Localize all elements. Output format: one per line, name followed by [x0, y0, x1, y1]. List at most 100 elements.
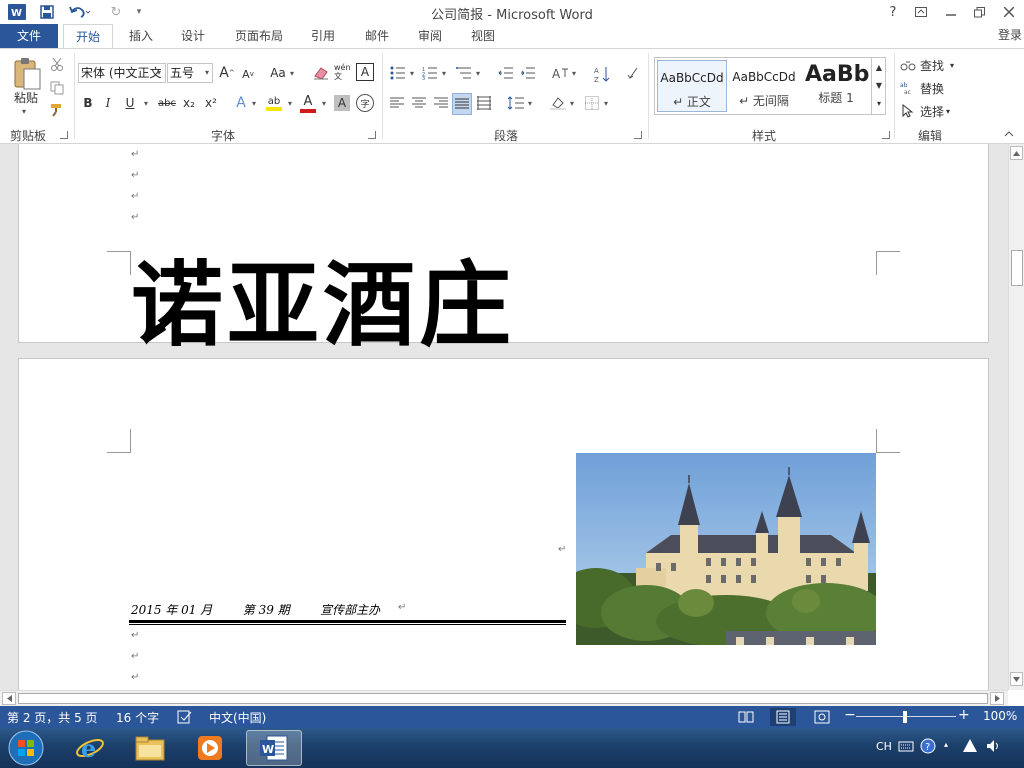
issue-info-line[interactable]: 2015 年 01 月 第 39 期 宣传部主办 [131, 601, 380, 618]
tab-file[interactable]: 文件 [0, 24, 58, 48]
horizontal-scrollbar[interactable] [0, 690, 1008, 706]
copy-icon[interactable] [48, 79, 66, 97]
tab-design[interactable]: 设计 [172, 24, 214, 48]
clipboard-launcher-icon[interactable] [60, 131, 68, 139]
style-heading-1[interactable]: AaBb 标题 1 [801, 60, 871, 112]
page-count[interactable]: 第 2 页，共 5 页 [7, 709, 98, 726]
font-family-dropdown-icon[interactable]: ▾ [157, 68, 161, 77]
zoom-out-icon[interactable]: − [844, 707, 856, 723]
word-taskbar-icon[interactable]: W [246, 730, 302, 766]
read-mode-icon[interactable] [738, 710, 754, 727]
tab-home[interactable]: 开始 [63, 24, 113, 49]
paste-dropdown-icon[interactable]: ▾ [22, 107, 26, 116]
zoom-level[interactable]: 100% [983, 709, 1017, 723]
shading-icon[interactable] [548, 93, 568, 113]
phonetic-guide-button[interactable]: wén 文 [334, 61, 354, 83]
styles-more-icon[interactable]: ▾ [872, 94, 886, 112]
strikethrough-button[interactable]: abc [156, 93, 178, 113]
tab-insert[interactable]: 插入 [120, 24, 162, 48]
style-normal[interactable]: AaBbCcDd ↵ 正文 [657, 60, 727, 112]
decrease-indent-icon[interactable] [496, 63, 516, 83]
page-2[interactable] [18, 358, 989, 690]
zoom-slider-thumb[interactable] [903, 711, 907, 723]
restore-icon[interactable] [966, 2, 992, 22]
paste-button[interactable] [6, 55, 46, 93]
ime-indicator[interactable]: CH [876, 740, 892, 753]
help-tray-icon[interactable]: ? [920, 738, 936, 757]
shrink-font-button[interactable]: Av [240, 65, 256, 83]
numbering-icon[interactable]: 123 [420, 63, 440, 83]
styles-up-icon[interactable]: ▲ [872, 58, 886, 76]
shading-dropdown-icon[interactable]: ▾ [570, 99, 574, 108]
action-center-icon[interactable] [962, 738, 978, 757]
file-explorer-icon[interactable] [122, 730, 178, 766]
font-launcher-icon[interactable] [368, 131, 376, 139]
tab-page-layout[interactable]: 页面布局 [226, 24, 292, 48]
font-family-combo[interactable]: 宋体 (中文正文 [78, 63, 166, 83]
vertical-scrollbar[interactable] [1008, 144, 1024, 690]
castle-photo[interactable] [576, 453, 876, 645]
multilevel-list-dropdown-icon[interactable]: ▾ [476, 69, 480, 78]
newsletter-masthead[interactable]: 诺亚酒庄 [131, 256, 515, 356]
underline-dropdown-icon[interactable]: ▾ [144, 99, 148, 108]
increase-indent-icon[interactable] [518, 63, 538, 83]
subscript-button[interactable]: x₂ [180, 93, 198, 113]
multilevel-list-icon[interactable] [454, 63, 474, 83]
close-icon[interactable] [996, 2, 1022, 22]
replace-button[interactable]: ab ac 替换 [900, 78, 960, 98]
justify-icon[interactable] [452, 93, 472, 115]
line-spacing-icon[interactable] [506, 93, 526, 113]
word-count[interactable]: 16 个字 [116, 709, 159, 726]
character-shading-button[interactable]: A [334, 95, 350, 111]
font-color-button[interactable]: A [298, 93, 318, 113]
italic-button[interactable]: I [100, 93, 116, 113]
asian-layout-icon[interactable]: A [550, 63, 572, 83]
change-case-dropdown-icon[interactable]: ▾ [290, 69, 294, 78]
keyboard-icon[interactable] [898, 739, 914, 756]
style-no-spacing[interactable]: AaBbCcDd ↵ 无间隔 [729, 60, 799, 112]
highlight-button[interactable]: ab [264, 93, 284, 113]
volume-icon[interactable] [986, 738, 1002, 757]
align-center-icon[interactable] [410, 93, 428, 113]
minimize-icon[interactable] [938, 2, 964, 22]
find-button[interactable]: 查找 ▾ [900, 55, 960, 75]
enclose-characters-button[interactable]: 字 [356, 94, 374, 112]
scroll-left-icon[interactable] [2, 692, 16, 705]
change-case-button[interactable]: Aa [266, 63, 290, 83]
borders-dropdown-icon[interactable]: ▾ [604, 99, 608, 108]
help-icon[interactable]: ? [880, 2, 906, 22]
document-workspace[interactable]: ↵ ↵ ↵ ↵ 诺亚酒庄 ↵ 2015 年 01 月 第 39 期 宣传部主办 … [0, 144, 1008, 690]
zoom-in-icon[interactable]: + [958, 707, 970, 723]
scroll-right-icon[interactable] [990, 692, 1004, 705]
borders-icon[interactable] [582, 93, 602, 113]
scroll-up-icon[interactable] [1010, 146, 1023, 160]
language-indicator[interactable]: 中文(中国) [209, 709, 266, 726]
line-spacing-dropdown-icon[interactable]: ▾ [528, 99, 532, 108]
sign-in-link[interactable]: 登录 [998, 26, 1022, 43]
character-border-button[interactable]: A [356, 63, 374, 81]
show-paragraph-marks-icon[interactable] [624, 63, 642, 83]
underline-button[interactable]: U [122, 93, 138, 113]
tab-view[interactable]: 视图 [462, 24, 504, 48]
tab-review[interactable]: 审阅 [409, 24, 451, 48]
bullets-icon[interactable] [388, 63, 408, 83]
grow-font-button[interactable]: A ^ [218, 63, 236, 83]
print-layout-icon[interactable] [770, 708, 796, 726]
h-scroll-thumb[interactable] [18, 693, 988, 704]
format-painter-icon[interactable] [48, 101, 66, 119]
collapse-ribbon-icon[interactable] [1002, 127, 1016, 141]
sort-icon[interactable]: AZ [592, 63, 612, 85]
internet-explorer-icon[interactable]: e [62, 730, 118, 766]
superscript-button[interactable]: x² [202, 93, 220, 113]
select-button[interactable]: 选择 ▾ [900, 101, 960, 121]
numbering-dropdown-icon[interactable]: ▾ [442, 69, 446, 78]
styles-down-icon[interactable]: ▼ [872, 76, 886, 94]
font-size-dropdown-icon[interactable]: ▾ [205, 68, 209, 77]
tab-mailings[interactable]: 邮件 [356, 24, 398, 48]
media-player-icon[interactable] [182, 730, 238, 766]
asian-layout-dropdown-icon[interactable]: ▾ [572, 69, 576, 78]
scroll-down-icon[interactable] [1010, 672, 1023, 686]
font-color-dropdown-icon[interactable]: ▾ [322, 99, 326, 108]
scroll-thumb[interactable] [1011, 250, 1023, 286]
align-left-icon[interactable] [388, 93, 406, 113]
